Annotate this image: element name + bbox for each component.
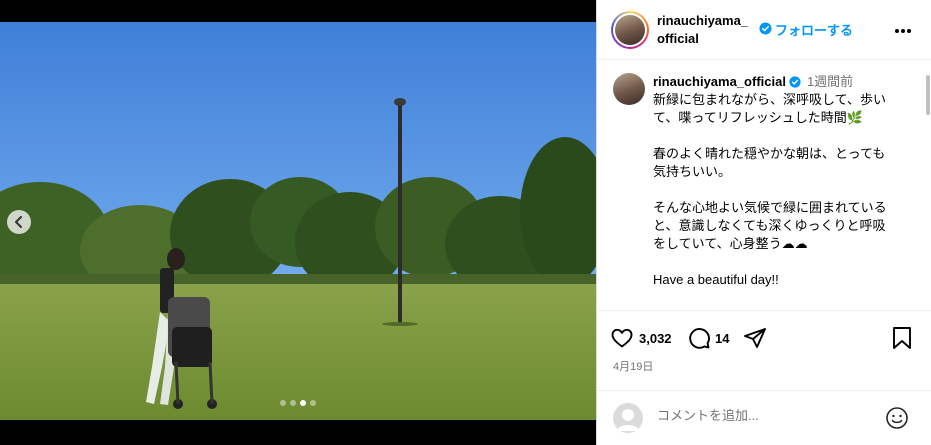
caption-paragraph: 新緑に包まれながら、深呼吸して、歩いて、喋ってリフレッシュした時間🌿	[653, 92, 886, 125]
carousel-prev-button[interactable]	[7, 210, 31, 234]
caption-paragraph: Have a beautiful day!!	[653, 272, 779, 287]
caption-username[interactable]: rinauchiyama_official	[653, 74, 786, 89]
story-avatar[interactable]	[611, 10, 649, 49]
carousel-indicator	[0, 400, 596, 406]
comment-bubble-icon[interactable]	[687, 326, 711, 355]
instagram-post-dialog: rinauchiyama_official フォローする rinauchiyam…	[0, 0, 931, 445]
carousel-dot	[290, 400, 296, 406]
post-time-ago[interactable]: 1週間前	[807, 74, 853, 89]
header-username[interactable]: rinauchiyama_official	[657, 12, 753, 48]
bookmark-icon[interactable]	[891, 326, 913, 355]
post-side-panel: rinauchiyama_official フォローする rinauchiyam…	[596, 0, 931, 445]
comment-bar	[597, 390, 931, 445]
avatar	[613, 403, 643, 433]
action-bar: 3,032 14	[597, 322, 931, 356]
scrollbar[interactable]	[926, 75, 930, 115]
caption-paragraph: そんな心地よい気候で緑に囲まれていると、意識しなくても深くゆっくりと呼吸をしてい…	[653, 200, 887, 251]
follow-button[interactable]: フォローする	[775, 20, 853, 39]
caption-area: rinauchiyama_official 1週間前 新緑に包まれながら、深呼吸し…	[597, 61, 931, 311]
caption-paragraph: 春のよく晴れた穏やかな朝は、とっても気持ちいい。	[653, 146, 886, 179]
paper-plane-icon[interactable]	[743, 326, 767, 355]
caption-header: rinauchiyama_official 1週間前	[653, 73, 853, 93]
verified-badge-icon	[759, 22, 772, 40]
comment-input[interactable]	[657, 408, 857, 423]
caption-text: 新緑に包まれながら、深呼吸して、歩いて、喋ってリフレッシュした時間🌿 春のよく晴…	[653, 91, 898, 307]
avatar	[615, 14, 645, 45]
comment-count[interactable]: 14	[715, 331, 729, 346]
like-count[interactable]: 3,032	[639, 331, 672, 346]
post-date[interactable]: 4月19日	[613, 358, 653, 374]
carousel-dot	[310, 400, 316, 406]
carousel-dot	[280, 400, 286, 406]
post-header: rinauchiyama_official フォローする	[597, 0, 931, 60]
more-options-icon[interactable]	[894, 21, 912, 39]
heart-icon[interactable]	[610, 326, 634, 355]
carousel-dot-active	[300, 400, 306, 406]
avatar[interactable]	[613, 73, 645, 105]
smiley-icon[interactable]	[885, 406, 909, 435]
post-media	[0, 0, 596, 445]
chevron-left-icon	[14, 216, 24, 228]
post-photo	[0, 22, 596, 420]
